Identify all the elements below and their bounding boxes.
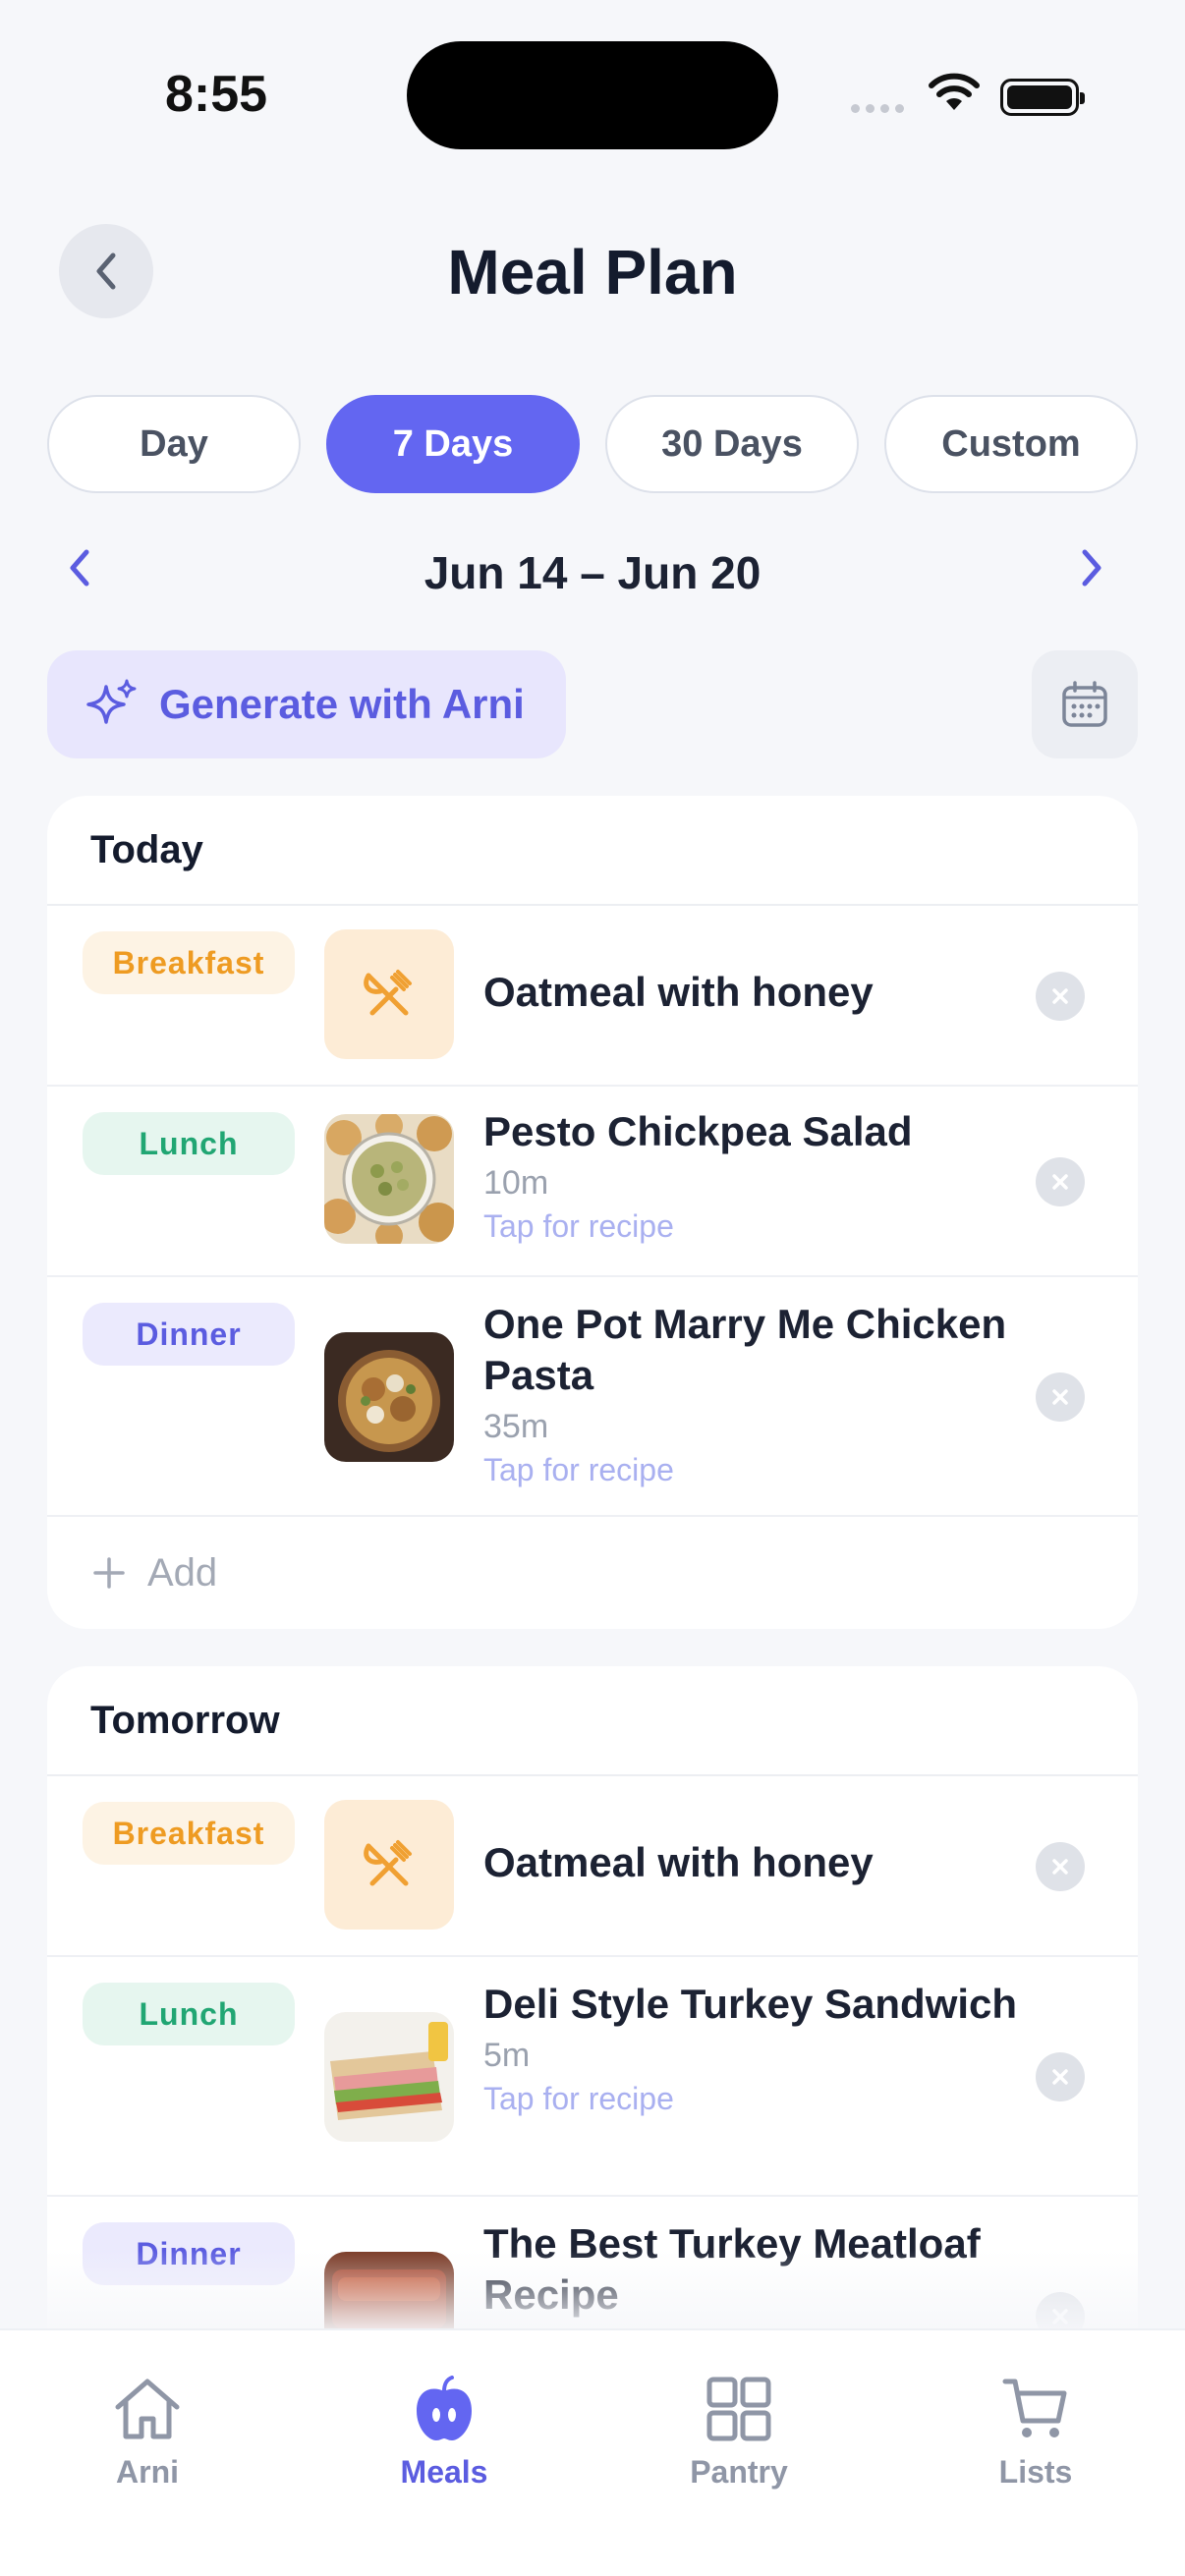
meal-row[interactable]: Breakfast Oatmeal with honey [47, 1776, 1138, 1957]
generate-label: Generate with Arni [159, 681, 525, 727]
tabbar-item-meals[interactable]: Meals [346, 2376, 542, 2491]
tabbar-label: Meals [400, 2454, 488, 2490]
calendar-icon [1062, 681, 1107, 727]
tap-for-recipe-link[interactable]: Tap for recipe [483, 1448, 1020, 1491]
meal-name: One Pot Marry Me Chicken Pasta [483, 1301, 1007, 1398]
meal-name: Deli Style Turkey Sandwich [483, 1981, 1018, 2027]
tabbar-item-pantry[interactable]: Pantry [641, 2376, 837, 2491]
calendar-button[interactable] [1032, 650, 1138, 758]
meal-prep-time: 35m [483, 1408, 549, 1445]
remove-meal-button[interactable] [1036, 1372, 1085, 1422]
home-icon [115, 2379, 180, 2439]
generate-with-arni-button[interactable]: Generate with Arni [47, 650, 566, 758]
remove-meal-button[interactable] [1036, 972, 1085, 1021]
close-icon [1052, 2069, 1068, 2085]
remove-meal-button[interactable] [1036, 1842, 1085, 1891]
meal-prep-time: 10m [483, 1164, 549, 1202]
meal-row[interactable]: Lunch Deli Style Turkey Sandwich 5m Tap … [47, 1957, 1138, 2197]
battery-icon [1000, 79, 1085, 116]
next-week-button[interactable] [1077, 546, 1106, 589]
meal-prep-time: 5m [483, 2037, 531, 2074]
meal-type-badge: Lunch [83, 1983, 295, 2045]
close-icon [1052, 1859, 1068, 1875]
close-icon [1052, 988, 1068, 1004]
tabbar-label: Arni [116, 2454, 179, 2490]
tab-custom[interactable]: Custom [884, 395, 1138, 493]
day-title: Tomorrow [47, 1666, 1138, 1776]
apple-icon [417, 2376, 472, 2440]
plus-icon [93, 1557, 125, 1589]
utensils-icon [364, 970, 412, 1016]
dynamic-island [407, 41, 778, 149]
tabbar-item-arni[interactable]: Arni [49, 2376, 246, 2491]
signal-icon [851, 104, 906, 114]
tap-for-recipe-link[interactable]: Tap for recipe [483, 1204, 1020, 1248]
close-icon [1052, 1389, 1068, 1405]
meal-image-sandwich [324, 2012, 454, 2142]
meal-name: Oatmeal with honey [483, 969, 874, 1015]
tab-7-days[interactable]: 7 Days [326, 395, 580, 493]
utensils-icon [364, 1840, 412, 1886]
meal-name: The Best Turkey Meatloaf Recipe [483, 2220, 981, 2318]
close-icon [1052, 2309, 1068, 2324]
meal-type-badge: Dinner [83, 2222, 295, 2285]
day-card-today: Today Breakfast Oatmeal with honey Lunch [47, 796, 1138, 1629]
status-time: 8:55 [165, 66, 268, 123]
date-range-label: Jun 14 – Jun 20 [423, 547, 762, 598]
meal-image-salad [324, 1114, 454, 1244]
meal-name: Oatmeal with honey [483, 1839, 874, 1885]
meal-image-pasta [324, 1332, 454, 1462]
page-title: Meal Plan [447, 237, 738, 308]
date-navigator: Jun 14 – Jun 20 [0, 538, 1185, 607]
day-title: Today [47, 796, 1138, 906]
add-meal-button[interactable]: Add [47, 1517, 1138, 1629]
tab-30-days[interactable]: 30 Days [605, 395, 859, 493]
wifi-icon [929, 73, 980, 110]
meal-row[interactable]: Breakfast Oatmeal with honey [47, 906, 1138, 1087]
tabbar-item-lists[interactable]: Lists [937, 2376, 1134, 2491]
range-tabs: Day 7 Days 30 Days Custom [47, 395, 1138, 493]
day-card-tomorrow: Tomorrow Breakfast Oatmeal with honey Lu… [47, 1666, 1138, 2413]
status-bar: 8:55 [0, 0, 1185, 187]
bottom-tab-bar: Arni Meals Pantry Lists [0, 2328, 1185, 2576]
meal-type-badge: Dinner [83, 1303, 295, 1366]
close-icon [1052, 1174, 1068, 1190]
meal-row[interactable]: Lunch Pesto Chickpea Salad 10m Tap for r… [47, 1087, 1138, 1277]
meal-type-badge: Lunch [83, 1112, 295, 1175]
tabbar-label: Lists [998, 2454, 1073, 2490]
tab-day[interactable]: Day [47, 395, 301, 493]
meal-row[interactable]: Dinner One Pot Marry Me Chicken Pasta 35… [47, 1277, 1138, 1517]
sparkle-icon [86, 679, 137, 724]
grid-icon [706, 2377, 771, 2441]
meal-placeholder-icon [324, 1800, 454, 1930]
remove-meal-button[interactable] [1036, 1157, 1085, 1206]
meal-type-badge: Breakfast [83, 1802, 295, 1865]
tabbar-label: Pantry [690, 2454, 788, 2490]
cart-icon [1002, 2379, 1067, 2437]
meal-name: Pesto Chickpea Salad [483, 1108, 913, 1154]
meal-type-badge: Breakfast [83, 931, 295, 994]
meal-placeholder-icon [324, 929, 454, 1059]
tap-for-recipe-link[interactable]: Tap for recipe [483, 2077, 1020, 2120]
add-meal-label: Add [147, 1550, 218, 1595]
remove-meal-button[interactable] [1036, 2052, 1085, 2101]
